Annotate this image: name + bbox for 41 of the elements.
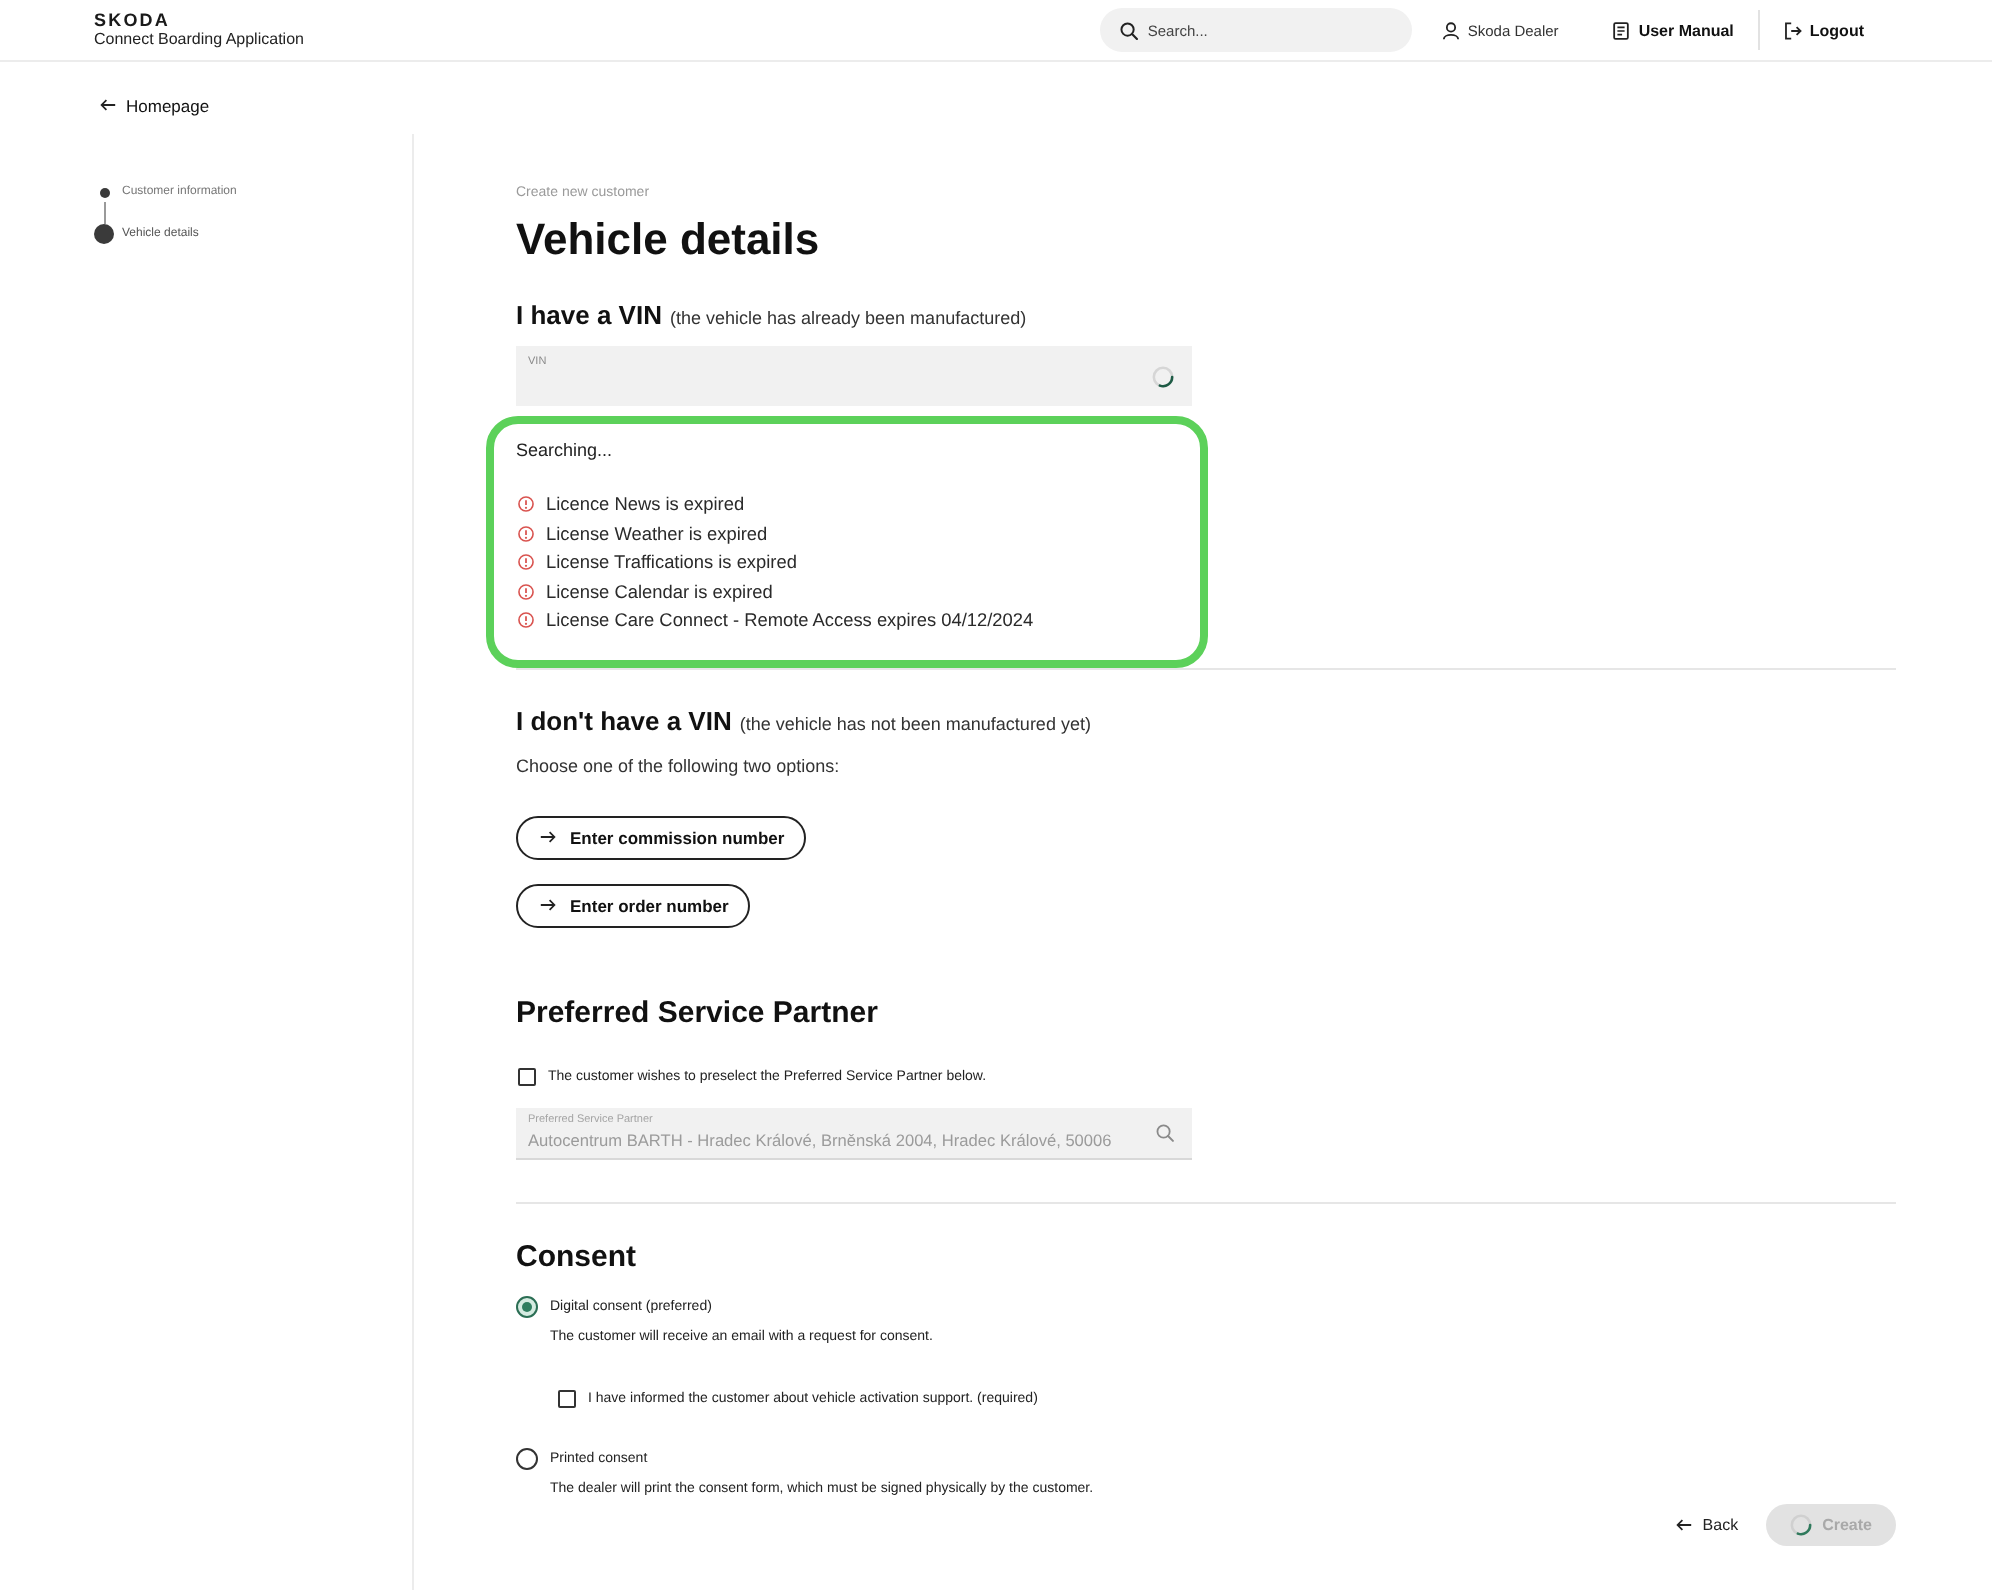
alert-circle-icon <box>518 554 534 571</box>
section-note: (the vehicle has not been manufactured yet) <box>739 713 1091 733</box>
page-title: Vehicle details <box>516 214 820 266</box>
homepage-link[interactable]: Homepage <box>100 93 210 117</box>
brand-logo: SKODA <box>94 11 173 29</box>
checkbox[interactable] <box>558 1390 576 1408</box>
back-button[interactable]: Back <box>1676 1515 1739 1533</box>
arrow-left-icon <box>1676 1517 1693 1531</box>
radio-button[interactable] <box>516 1296 538 1318</box>
section-note: (the vehicle has already been manufactured) <box>669 308 1027 328</box>
license-message: License Calendar is expired <box>546 581 773 602</box>
document-icon <box>1612 21 1631 39</box>
alert-circle-icon <box>518 583 534 600</box>
section-heading: I have a VIN <box>516 300 662 332</box>
section-heading: Preferred Service Partner <box>516 995 878 1031</box>
arrow-left-icon <box>100 98 116 112</box>
radio-button[interactable] <box>516 1448 538 1470</box>
step-connector-line <box>103 202 105 224</box>
section-heading: Consent <box>516 1239 636 1275</box>
enter-number-button[interactable]: Enter order number <box>516 883 751 927</box>
search-icon <box>1119 21 1138 39</box>
alert-circle-icon <box>518 612 534 629</box>
license-message: License Weather is expired <box>546 523 768 544</box>
logout-icon <box>1783 21 1802 39</box>
license-message: Licence News is expired <box>546 494 745 515</box>
search-icon <box>1156 1123 1174 1141</box>
license-message: License Care Connect - Remote Access expires 04/12/2024 <box>546 610 1034 631</box>
arrow-right-icon <box>540 830 556 844</box>
enter-number-button[interactable]: Enter commission number <box>516 815 807 859</box>
alert-circle-icon <box>518 525 534 542</box>
checkbox[interactable] <box>518 1068 536 1086</box>
search-status: Searching... <box>516 438 615 464</box>
arrow-right-icon <box>540 898 556 912</box>
user-manual-link[interactable]: User Manual <box>1612 21 1734 39</box>
license-message: License Traffications is expired <box>546 552 797 573</box>
alert-circle-icon <box>518 496 534 513</box>
app-name: Connect Boarding Application <box>94 29 304 49</box>
section-heading: I don't have a VIN <box>516 705 732 737</box>
person-icon <box>1441 21 1460 39</box>
options-hint: Choose one of the following two options: <box>516 753 840 779</box>
logout-link[interactable]: Logout <box>1783 21 1864 39</box>
